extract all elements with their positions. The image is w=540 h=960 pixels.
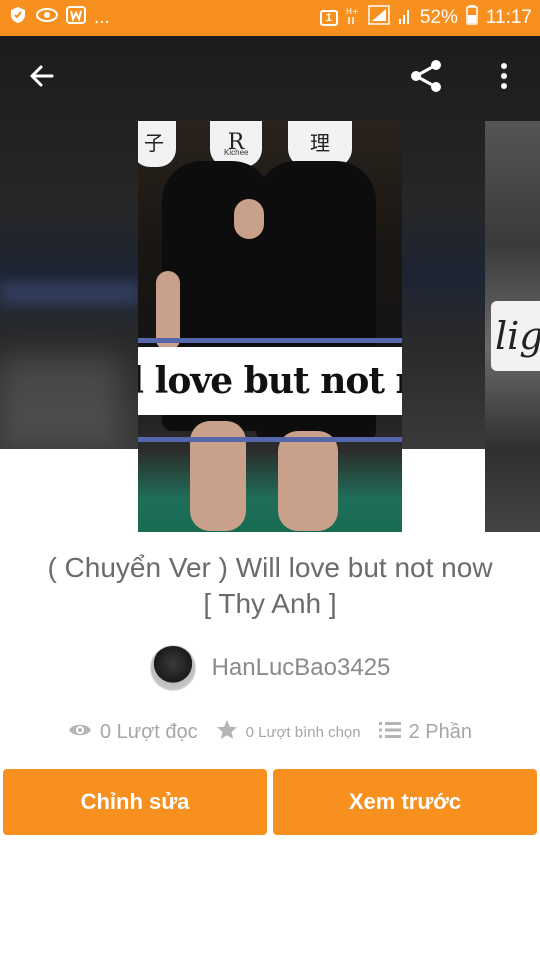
cover-line-top <box>138 338 402 343</box>
more-vertical-icon <box>500 62 508 95</box>
parts-count: 2 Phần <box>408 720 473 743</box>
share-button[interactable] <box>402 54 450 102</box>
cover-line-bottom <box>138 437 402 442</box>
network-icon: H+ <box>346 5 360 31</box>
cover-title: Will love but not now <box>138 347 402 415</box>
sim-icon: 1 <box>319 10 338 26</box>
cover-lantern-label: Kichee <box>224 148 249 157</box>
stat-reads: 0 Lượt đọc <box>68 721 198 744</box>
author-name[interactable]: HanLucBao3425 <box>212 654 391 682</box>
reads-count: 0 Lượt đọc <box>99 720 198 743</box>
signal-icon <box>368 5 390 31</box>
star-icon <box>216 719 238 746</box>
eye-icon <box>36 5 58 31</box>
status-overflow-text: ... <box>94 7 110 28</box>
shield-icon <box>8 5 28 31</box>
story-title-line2: [ Thy Anh ] <box>203 588 337 619</box>
signal-bars-icon <box>398 5 412 31</box>
stat-votes: 0 Lượt bình chọn <box>216 719 361 746</box>
hero-blur-band <box>0 281 140 305</box>
cover-lantern: 子 <box>138 121 176 167</box>
battery-percent: 52% <box>419 7 458 28</box>
story-title: ( Chuyển Ver ) Will love but not now [ T… <box>0 550 540 622</box>
edit-button[interactable]: Chỉnh sửa <box>3 769 267 835</box>
stats-row: 0 Lượt đọc 0 Lượt bình chọn 2 Phần <box>0 715 540 749</box>
cover-face <box>234 199 264 239</box>
votes-count: 0 Lượt bình chọn <box>245 723 361 741</box>
book-cover[interactable]: 子 R Kichee 理 Will love but not now <box>138 121 402 532</box>
avatar[interactable] <box>149 645 196 691</box>
status-bar-right: 1 H+ 52% 11:17 <box>319 5 532 31</box>
arrow-left-icon <box>28 62 56 95</box>
story-title-line1: ( Chuyển Ver ) Will love but not now <box>47 552 493 583</box>
back-button[interactable] <box>18 56 66 100</box>
status-bar-left: ... <box>8 5 110 31</box>
preview-button[interactable]: Xem trước <box>273 769 537 835</box>
author-row[interactable]: HanLucBao3425 <box>0 645 540 691</box>
share-icon <box>407 57 445 100</box>
wattpad-icon <box>66 5 86 31</box>
stat-parts: 2 Phần <box>378 720 473 744</box>
battery-icon <box>466 5 478 31</box>
svg-text:H+: H+ <box>346 7 359 16</box>
cover-legs-right <box>278 431 338 531</box>
next-book-cover[interactable]: lig <box>485 121 540 532</box>
next-cover-text: lig <box>491 301 540 371</box>
eye-icon <box>68 721 92 744</box>
more-options-button[interactable] <box>486 56 522 100</box>
status-bar: ... 1 H+ 52% 11:17 <box>0 0 540 36</box>
list-icon <box>378 721 401 744</box>
hero-blur-spot <box>0 356 120 446</box>
clock: 11:17 <box>485 7 532 28</box>
